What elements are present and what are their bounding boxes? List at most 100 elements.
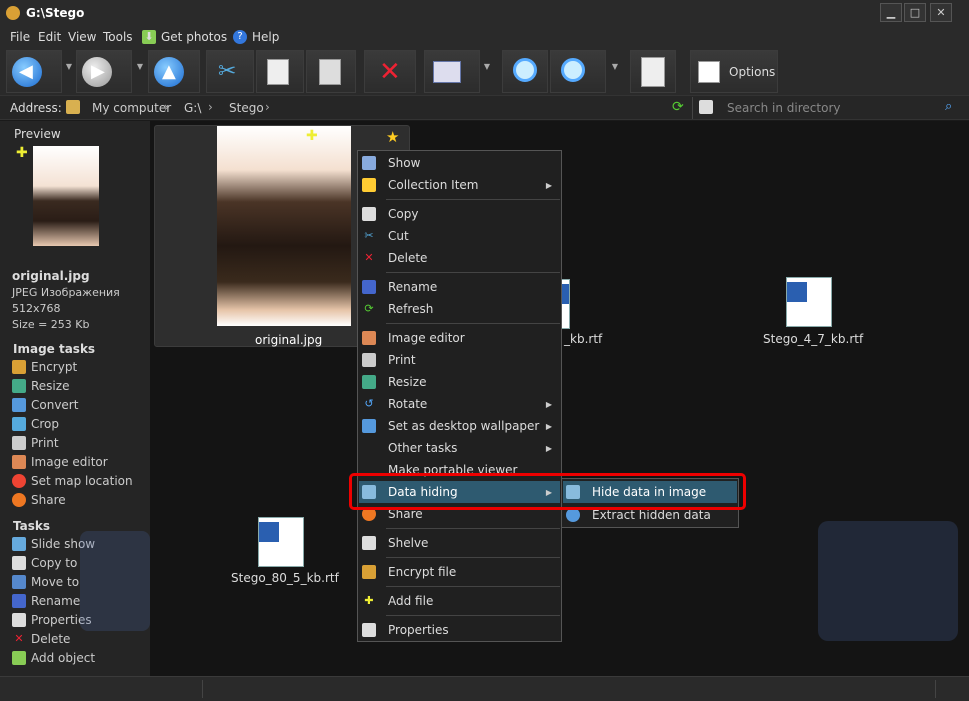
zoom-out-icon [513,58,537,82]
view-dropdown-icon[interactable]: ▼ [482,62,492,76]
file-name: original.jpg [12,269,90,283]
file-type: JPEG Изображения [12,286,120,299]
submenu-extract-data[interactable]: Extract hidden data [563,504,737,526]
sidebar: Preview ✚ original.jpg JPEG Изображения … [0,121,150,676]
submenu-hide-data[interactable]: Hide data in image [563,481,737,503]
delete-icon: ✕ [14,631,24,645]
menu-item-rename[interactable]: Rename [359,276,560,298]
address-bar: Address: My computer › G:\ › Stego › ⟳ S… [0,95,969,120]
task-convert[interactable]: Convert [12,395,78,414]
task-copy-to[interactable]: Copy to [12,553,77,572]
menu-file[interactable]: File [10,30,30,44]
tasks-title: Tasks [13,519,51,533]
copy-icon [362,207,376,221]
folder-watermark-icon [80,531,150,631]
menu-item-rotate[interactable]: ↺ Rotate ▶ [359,393,560,415]
back-button[interactable]: ◀ [6,50,62,93]
menu-item-cut[interactable]: ✂ Cut [359,225,560,247]
word-doc-icon[interactable] [258,517,304,567]
menu-item-set-wallpaper[interactable]: Set as desktop wallpaper ▶ [359,415,560,437]
help-icon: ? [233,30,247,44]
options-button[interactable]: Options [690,50,778,93]
forward-dropdown-icon[interactable]: ▼ [135,62,145,76]
up-button[interactable]: ▲ [148,50,200,93]
plus-icon[interactable]: ✚ [306,128,318,144]
menu-view[interactable]: View [68,30,96,44]
data-hiding-submenu: Hide data in image Extract hidden data [561,478,739,528]
task-set-map-location[interactable]: Set map location [12,471,133,490]
crumb-stego[interactable]: Stego [229,101,264,115]
task-share[interactable]: Share [12,490,66,509]
star-icon[interactable]: ★ [386,128,399,146]
menu-help[interactable]: Help [252,30,279,44]
minimize-button[interactable]: ▁ [880,3,902,22]
search-input[interactable]: Search in directory [727,101,840,115]
menu-item-data-hiding[interactable]: Data hiding ▶ [359,481,560,503]
menu-item-print[interactable]: Print [359,349,560,371]
zoom-in-button[interactable] [550,50,606,93]
menu-item-copy[interactable]: Copy [359,203,560,225]
search-icon[interactable]: ⌕ [945,99,952,114]
view-mode-button[interactable] [424,50,480,93]
resize-icon [12,378,26,393]
rename-icon [362,280,376,294]
menu-item-show[interactable]: Show [359,152,560,174]
menu-item-other-tasks[interactable]: Other tasks ▶ [359,437,560,459]
delete-icon: ✕ [379,57,401,87]
blank-icon [362,463,376,477]
task-crop[interactable]: Crop [12,414,59,433]
task-add-object[interactable]: Add object [12,648,95,667]
forward-button[interactable]: ▶ [76,50,132,93]
menu-get-photos[interactable]: Get photos [161,30,227,44]
maximize-button[interactable]: □ [904,3,926,22]
menu-item-shelve[interactable]: Shelve [359,532,560,554]
word-doc-icon[interactable] [786,277,832,327]
menu-item-image-editor[interactable]: Image editor [359,327,560,349]
menu-item-encrypt-file[interactable]: Encrypt file [359,561,560,583]
folder-icon [66,100,80,114]
crumb-my-computer[interactable]: My computer [92,101,171,115]
add-object-icon [12,650,26,665]
cut-button[interactable]: ✂ [206,50,254,93]
task-resize[interactable]: Resize [12,376,69,395]
menu-item-resize[interactable]: Resize [359,371,560,393]
window-title: G:\Stego [26,6,85,20]
task-print[interactable]: Print [12,433,59,452]
plus-icon[interactable]: ✚ [16,145,28,161]
task-rename[interactable]: Rename [12,591,80,610]
menu-item-refresh[interactable]: ⟳ Refresh [359,298,560,320]
back-dropdown-icon[interactable]: ▼ [64,62,74,76]
menu-item-add-file[interactable]: ✚ Add file [359,590,560,612]
search-doc-icon [641,57,665,87]
paste-button[interactable] [306,50,356,93]
close-button[interactable]: ✕ [930,3,952,22]
menu-bar: File Edit View Tools ⬇ Get photos ? Help [0,26,969,48]
properties-icon [362,623,376,637]
menu-item-properties[interactable]: Properties [359,619,560,641]
task-image-editor[interactable]: Image editor [12,452,108,471]
submenu-arrow-icon: ▶ [545,487,552,497]
zoom-dropdown-icon[interactable]: ▼ [610,62,620,76]
search-box[interactable]: Search in directory ⌕ [692,97,964,119]
menu-item-make-portable-viewer[interactable]: Make portable viewer [359,459,560,481]
file-label-2: _kb.rtf [564,332,603,346]
task-delete[interactable]: ✕ Delete [12,629,70,648]
copy-button[interactable] [256,50,304,93]
menu-tools[interactable]: Tools [103,30,133,44]
menu-item-delete[interactable]: ✕ Delete [359,247,560,269]
menu-item-share[interactable]: Share [359,503,560,525]
status-divider [202,680,203,698]
paste-icon [319,59,341,85]
delete-button[interactable]: ✕ [364,50,416,93]
task-encrypt[interactable]: Encrypt [12,357,77,376]
refresh-icon: ⟳ [364,302,374,315]
refresh-icon[interactable]: ⟳ [672,99,684,115]
zoom-out-button[interactable] [502,50,548,93]
crumb-drive[interactable]: G:\ [184,101,201,115]
menu-edit[interactable]: Edit [38,30,61,44]
search-button[interactable] [630,50,676,93]
file-label-3: Stego_4_7_kb.rtf [763,332,864,346]
task-move-to[interactable]: Move to [12,572,79,591]
menu-item-collection[interactable]: Collection Item ▶ [359,174,560,196]
options-icon [698,61,720,83]
